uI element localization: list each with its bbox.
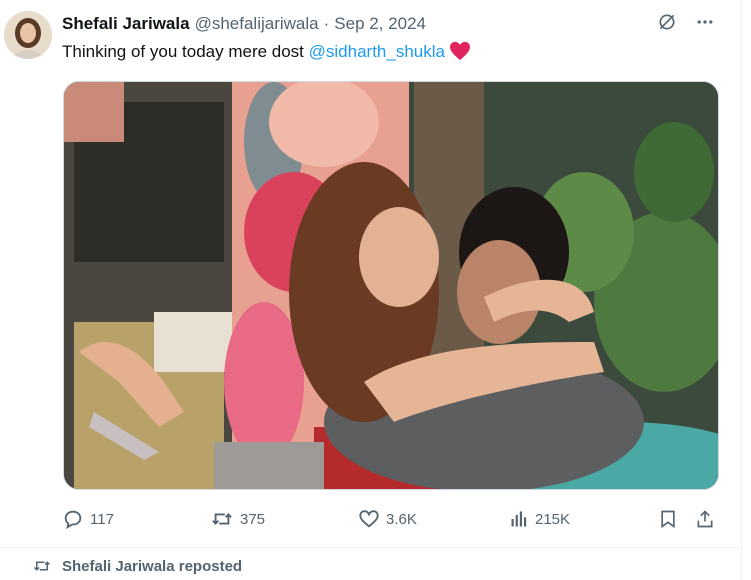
repost-indicator[interactable]: Shefali Jariwala reposted: [32, 557, 242, 575]
like-count: 3.6K: [386, 510, 417, 528]
red-heart-emoji: [449, 41, 471, 68]
tweet-top-actions: [655, 10, 717, 34]
share-icon: [697, 510, 713, 528]
repost-icon: [212, 513, 232, 525]
views-button[interactable]: 215K: [509, 503, 570, 535]
tweet-divider: [0, 547, 742, 548]
mention-link[interactable]: @sidharth_shukla: [309, 42, 445, 61]
reply-icon: [64, 510, 82, 530]
repost-button[interactable]: 375: [210, 503, 265, 535]
reply-count: 117: [90, 510, 114, 528]
repost-icon: [33, 561, 51, 571]
author-handle[interactable]: @shefalijariwala: [195, 14, 319, 34]
tweet-container: Shefali Jariwala @shefalijariwala · Sep …: [0, 0, 742, 580]
tweet-image[interactable]: [63, 81, 719, 490]
tweet-actions: 117 375 3.6K 215K: [62, 503, 722, 535]
bookmark-button[interactable]: [658, 503, 678, 535]
like-icon: [359, 510, 379, 528]
avatar[interactable]: [4, 11, 52, 59]
views-count: 215K: [535, 510, 571, 528]
separator-dot: ·: [323, 14, 330, 33]
reply-button[interactable]: 117: [62, 503, 114, 535]
views-icon: [511, 511, 527, 527]
grok-icon[interactable]: [655, 10, 679, 34]
tweet-text: Thinking of you today mere dost @sidhart…: [62, 40, 471, 68]
tweet-header: Shefali Jariwala @shefalijariwala · Sep …: [62, 13, 426, 35]
tweet-text-body: Thinking of you today mere dost: [62, 42, 309, 61]
repost-count: 375: [240, 510, 266, 528]
like-button[interactable]: 3.6K: [358, 503, 417, 535]
bookmark-icon: [661, 510, 675, 529]
author-name[interactable]: Shefali Jariwala: [62, 14, 190, 34]
more-icon[interactable]: [693, 10, 717, 34]
tweet-date[interactable]: Sep 2, 2024: [334, 14, 426, 34]
share-button[interactable]: [695, 503, 715, 535]
repost-label: Shefali Jariwala reposted: [62, 557, 243, 575]
